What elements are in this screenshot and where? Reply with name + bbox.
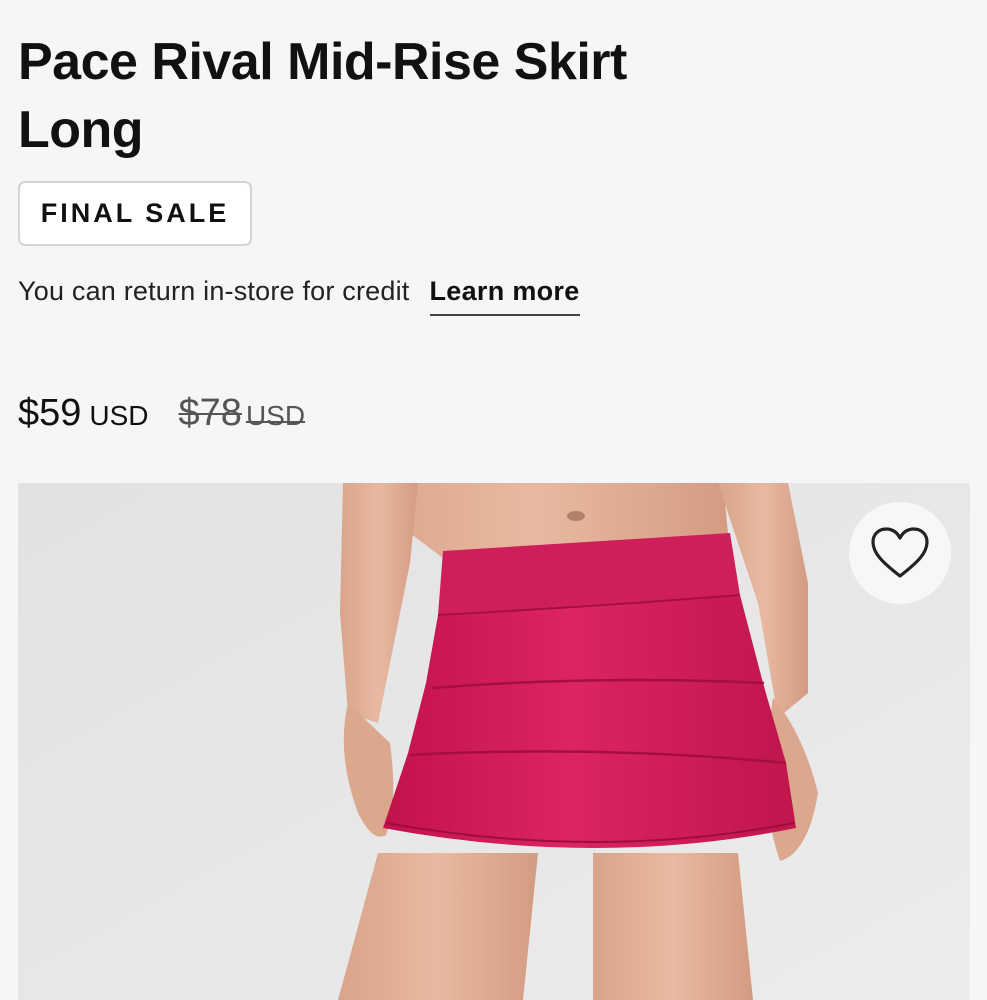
- product-page: Pace Rival Mid-Rise Skirt Long FINAL SAL…: [0, 0, 987, 1000]
- original-price: $78 USD: [179, 392, 306, 435]
- learn-more-link[interactable]: Learn more: [429, 276, 580, 316]
- return-policy-text: You can return in-store for credit: [18, 276, 410, 306]
- current-price: $59: [18, 392, 82, 434]
- price: $59 USD $78 USD: [18, 392, 305, 435]
- skirt-photo: [18, 483, 970, 1000]
- product-title: Pace Rival Mid-Rise Skirt Long: [18, 33, 627, 159]
- final-sale-badge: FINAL SALE: [18, 181, 252, 246]
- return-policy: You can return in-store for credit Learn…: [18, 276, 580, 316]
- original-price-currency: USD: [245, 400, 306, 431]
- wishlist-button[interactable]: [849, 502, 951, 604]
- current-price-currency: USD: [89, 400, 149, 431]
- product-image[interactable]: [18, 483, 970, 1000]
- heart-icon: [871, 527, 929, 578]
- original-price-value: $78: [178, 392, 242, 434]
